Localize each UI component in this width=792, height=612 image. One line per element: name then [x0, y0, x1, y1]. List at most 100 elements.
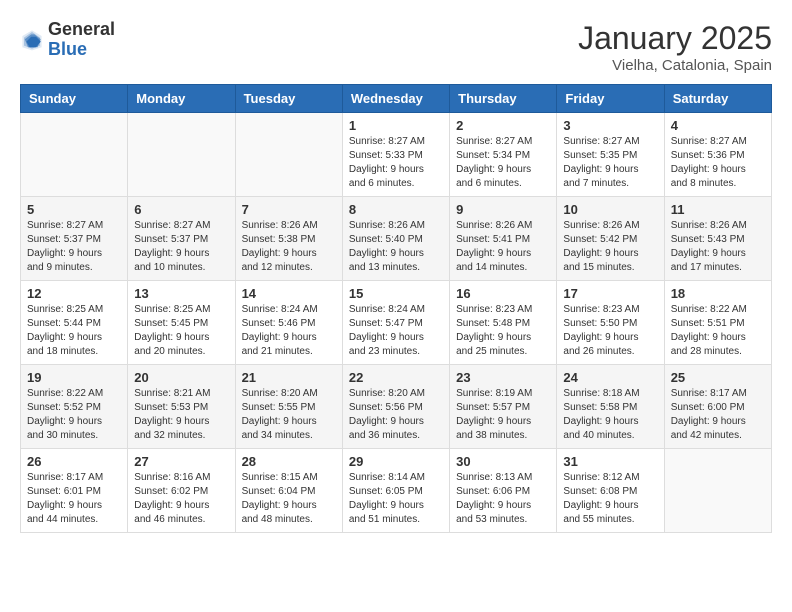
cell-details: Sunrise: 8:16 AM Sunset: 6:02 PM Dayligh…	[134, 471, 228, 527]
day-number: 3	[563, 118, 657, 133]
day-number: 11	[671, 202, 765, 217]
calendar-cell: 25 Sunrise: 8:17 AM Sunset: 6:00 PM Dayli…	[664, 365, 771, 449]
calendar-cell: 26 Sunrise: 8:17 AM Sunset: 6:01 PM Dayli…	[21, 449, 128, 533]
cell-details: Sunrise: 8:20 AM Sunset: 5:55 PM Dayligh…	[242, 387, 336, 443]
cell-details: Sunrise: 8:18 AM Sunset: 5:58 PM Dayligh…	[563, 387, 657, 443]
calendar-body: 1 Sunrise: 8:27 AM Sunset: 5:33 PM Daylig…	[21, 113, 772, 533]
day-number: 29	[349, 454, 443, 469]
day-number: 8	[349, 202, 443, 217]
calendar-cell: 4Sunrise: 8:27 AM Sunset: 5:36 PM Daylig…	[664, 113, 771, 197]
day-number: 12	[27, 286, 121, 301]
calendar-cell: 31 Sunrise: 8:12 AM Sunset: 6:08 PM Dayli…	[557, 449, 664, 533]
cell-details: Sunrise: 8:17 AM Sunset: 6:00 PM Dayligh…	[671, 387, 765, 443]
calendar-cell: 18Sunrise: 8:22 AM Sunset: 5:51 PM Dayli…	[664, 281, 771, 365]
cell-details: Sunrise: 8:26 AM Sunset: 5:42 PM Dayligh…	[563, 219, 657, 275]
calendar-cell: 21 Sunrise: 8:20 AM Sunset: 5:55 PM Dayli…	[235, 365, 342, 449]
calendar-cell: 22Sunrise: 8:20 AM Sunset: 5:56 PM Dayli…	[342, 365, 449, 449]
calendar-header: SundayMondayTuesdayWednesdayThursdayFrid…	[21, 85, 772, 113]
calendar-week-row: 19 Sunrise: 8:22 AM Sunset: 5:52 PM Dayli…	[21, 365, 772, 449]
calendar-cell: 29 Sunrise: 8:14 AM Sunset: 6:05 PM Dayli…	[342, 449, 449, 533]
calendar-week-row: 26 Sunrise: 8:17 AM Sunset: 6:01 PM Dayli…	[21, 449, 772, 533]
weekday-header: Sunday	[21, 85, 128, 113]
weekday-header: Tuesday	[235, 85, 342, 113]
logo-blue: Blue	[48, 39, 87, 59]
calendar-cell: 19 Sunrise: 8:22 AM Sunset: 5:52 PM Dayli…	[21, 365, 128, 449]
calendar-cell: 1 Sunrise: 8:27 AM Sunset: 5:33 PM Daylig…	[342, 113, 449, 197]
day-number: 23	[456, 370, 550, 385]
calendar-cell: 23 Sunrise: 8:19 AM Sunset: 5:57 PM Dayli…	[450, 365, 557, 449]
cell-details: Sunrise: 8:12 AM Sunset: 6:08 PM Dayligh…	[563, 471, 657, 527]
calendar-cell	[21, 113, 128, 197]
month-title: January 2025	[578, 20, 772, 57]
location: Vielha, Catalonia, Spain	[578, 57, 772, 74]
calendar-cell	[235, 113, 342, 197]
calendar-week-row: 5 Sunrise: 8:27 AM Sunset: 5:37 PM Daylig…	[21, 197, 772, 281]
calendar-cell: 30Sunrise: 8:13 AM Sunset: 6:06 PM Dayli…	[450, 449, 557, 533]
weekday-header: Friday	[557, 85, 664, 113]
day-number: 24	[563, 370, 657, 385]
calendar-week-row: 1 Sunrise: 8:27 AM Sunset: 5:33 PM Daylig…	[21, 113, 772, 197]
calendar-cell: 12 Sunrise: 8:25 AM Sunset: 5:44 PM Dayli…	[21, 281, 128, 365]
weekday-row: SundayMondayTuesdayWednesdayThursdayFrid…	[21, 85, 772, 113]
day-number: 16	[456, 286, 550, 301]
calendar-table: SundayMondayTuesdayWednesdayThursdayFrid…	[20, 84, 772, 533]
cell-details: Sunrise: 8:23 AM Sunset: 5:50 PM Dayligh…	[563, 303, 657, 359]
day-number: 30	[456, 454, 550, 469]
logo-text: General Blue	[48, 20, 115, 60]
cell-details: Sunrise: 8:27 AM Sunset: 5:36 PM Dayligh…	[671, 135, 765, 191]
calendar-cell: 5Sunrise: 8:27 AM Sunset: 5:37 PM Daylig…	[21, 197, 128, 281]
cell-details: Sunrise: 8:25 AM Sunset: 5:44 PM Dayligh…	[27, 303, 121, 359]
logo-general: General	[48, 19, 115, 39]
page-header: General Blue January 2025 Vielha, Catalo…	[20, 20, 772, 74]
calendar-cell: 9 Sunrise: 8:26 AM Sunset: 5:41 PM Daylig…	[450, 197, 557, 281]
logo-icon	[20, 28, 44, 52]
weekday-header: Saturday	[664, 85, 771, 113]
day-number: 9	[456, 202, 550, 217]
day-number: 1	[349, 118, 443, 133]
calendar-cell: 2Sunrise: 8:27 AM Sunset: 5:34 PM Daylig…	[450, 113, 557, 197]
calendar-cell: 28 Sunrise: 8:15 AM Sunset: 6:04 PM Dayli…	[235, 449, 342, 533]
day-number: 21	[242, 370, 336, 385]
day-number: 26	[27, 454, 121, 469]
cell-details: Sunrise: 8:26 AM Sunset: 5:40 PM Dayligh…	[349, 219, 443, 275]
cell-details: Sunrise: 8:27 AM Sunset: 5:37 PM Dayligh…	[134, 219, 228, 275]
calendar-cell	[128, 113, 235, 197]
calendar-cell: 7Sunrise: 8:26 AM Sunset: 5:38 PM Daylig…	[235, 197, 342, 281]
day-number: 22	[349, 370, 443, 385]
cell-details: Sunrise: 8:22 AM Sunset: 5:51 PM Dayligh…	[671, 303, 765, 359]
cell-details: Sunrise: 8:23 AM Sunset: 5:48 PM Dayligh…	[456, 303, 550, 359]
calendar-cell: 13Sunrise: 8:25 AM Sunset: 5:45 PM Dayli…	[128, 281, 235, 365]
day-number: 17	[563, 286, 657, 301]
logo: General Blue	[20, 20, 115, 60]
cell-details: Sunrise: 8:19 AM Sunset: 5:57 PM Dayligh…	[456, 387, 550, 443]
cell-details: Sunrise: 8:24 AM Sunset: 5:46 PM Dayligh…	[242, 303, 336, 359]
cell-details: Sunrise: 8:22 AM Sunset: 5:52 PM Dayligh…	[27, 387, 121, 443]
calendar-cell	[664, 449, 771, 533]
cell-details: Sunrise: 8:25 AM Sunset: 5:45 PM Dayligh…	[134, 303, 228, 359]
cell-details: Sunrise: 8:17 AM Sunset: 6:01 PM Dayligh…	[27, 471, 121, 527]
calendar-cell: 3Sunrise: 8:27 AM Sunset: 5:35 PM Daylig…	[557, 113, 664, 197]
day-number: 25	[671, 370, 765, 385]
weekday-header: Thursday	[450, 85, 557, 113]
cell-details: Sunrise: 8:14 AM Sunset: 6:05 PM Dayligh…	[349, 471, 443, 527]
day-number: 31	[563, 454, 657, 469]
cell-details: Sunrise: 8:24 AM Sunset: 5:47 PM Dayligh…	[349, 303, 443, 359]
calendar-cell: 14 Sunrise: 8:24 AM Sunset: 5:46 PM Dayli…	[235, 281, 342, 365]
day-number: 20	[134, 370, 228, 385]
cell-details: Sunrise: 8:26 AM Sunset: 5:38 PM Dayligh…	[242, 219, 336, 275]
day-number: 5	[27, 202, 121, 217]
calendar-cell: 27Sunrise: 8:16 AM Sunset: 6:02 PM Dayli…	[128, 449, 235, 533]
cell-details: Sunrise: 8:27 AM Sunset: 5:33 PM Dayligh…	[349, 135, 443, 191]
cell-details: Sunrise: 8:15 AM Sunset: 6:04 PM Dayligh…	[242, 471, 336, 527]
cell-details: Sunrise: 8:26 AM Sunset: 5:41 PM Dayligh…	[456, 219, 550, 275]
title-block: January 2025 Vielha, Catalonia, Spain	[578, 20, 772, 74]
calendar-cell: 16 Sunrise: 8:23 AM Sunset: 5:48 PM Dayli…	[450, 281, 557, 365]
day-number: 28	[242, 454, 336, 469]
day-number: 14	[242, 286, 336, 301]
calendar-cell: 24 Sunrise: 8:18 AM Sunset: 5:58 PM Dayli…	[557, 365, 664, 449]
calendar-week-row: 12 Sunrise: 8:25 AM Sunset: 5:44 PM Dayli…	[21, 281, 772, 365]
day-number: 19	[27, 370, 121, 385]
calendar-cell: 8 Sunrise: 8:26 AM Sunset: 5:40 PM Daylig…	[342, 197, 449, 281]
calendar-cell: 17 Sunrise: 8:23 AM Sunset: 5:50 PM Dayli…	[557, 281, 664, 365]
calendar-cell: 20Sunrise: 8:21 AM Sunset: 5:53 PM Dayli…	[128, 365, 235, 449]
